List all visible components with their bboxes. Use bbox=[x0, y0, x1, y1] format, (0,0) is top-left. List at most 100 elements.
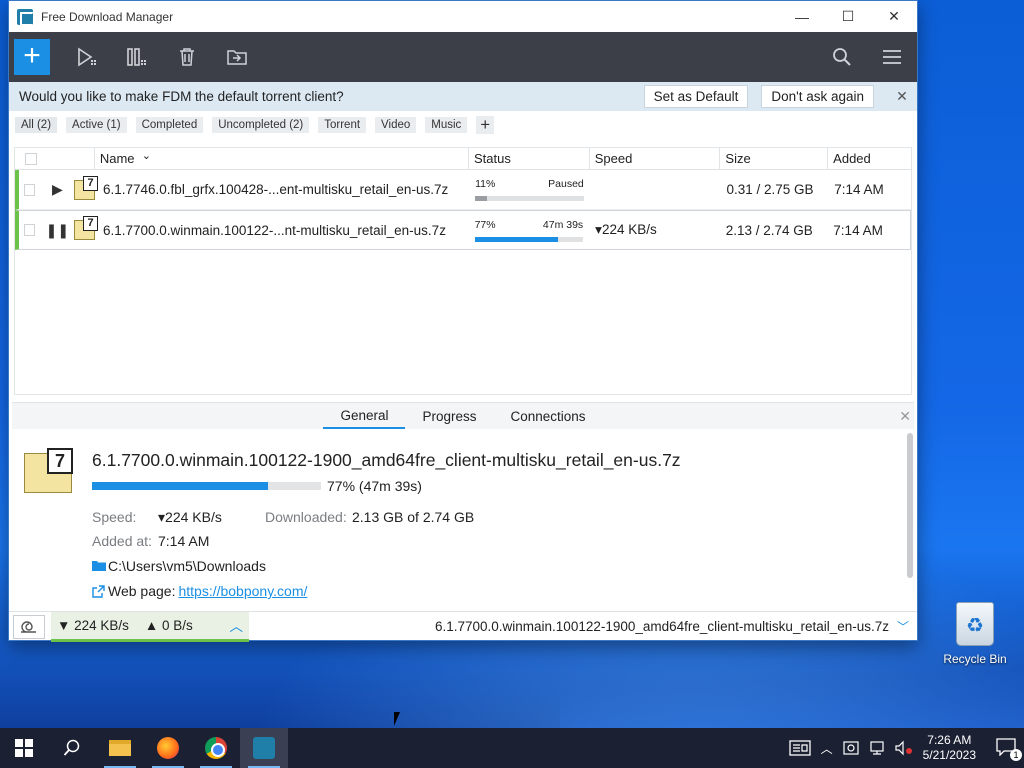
notifications-button[interactable]: 1 bbox=[996, 737, 1022, 761]
table-header: Name ⌄ Status Speed Size Added bbox=[15, 148, 911, 170]
filter-video[interactable]: Video bbox=[375, 116, 417, 133]
default-client-banner: Would you like to make FDM the default t… bbox=[9, 82, 917, 111]
details-scrollbar[interactable] bbox=[907, 433, 913, 578]
network-icon[interactable] bbox=[869, 740, 885, 756]
filter-active[interactable]: Active (1) bbox=[66, 116, 127, 133]
filter-music[interactable]: Music bbox=[425, 116, 468, 133]
row-status: 77% 47m 39s bbox=[469, 219, 590, 242]
row-checkbox[interactable] bbox=[24, 183, 35, 196]
fdm-app-icon bbox=[253, 737, 275, 759]
download-speed: ▼ 224 KB/s bbox=[57, 617, 129, 633]
download-folder-link[interactable]: C:\Users\vm5\Downloads bbox=[92, 558, 266, 574]
recycle-bin-shortcut[interactable]: Recycle Bin bbox=[938, 600, 1012, 666]
security-icon[interactable] bbox=[843, 740, 859, 756]
external-link-icon bbox=[92, 584, 105, 598]
chevron-down-icon[interactable]: ﹀ bbox=[897, 618, 917, 635]
news-widget-icon[interactable] bbox=[788, 740, 811, 756]
delete-button[interactable] bbox=[162, 32, 212, 82]
start-button[interactable] bbox=[0, 728, 48, 768]
column-name-label: Name bbox=[99, 151, 135, 166]
table-row[interactable]: ▶ 7 6.1.7746.0.fbl_grfx.100428-...ent-mu… bbox=[15, 170, 911, 210]
details-close-button[interactable]: ✕ bbox=[899, 408, 911, 425]
mouse-cursor bbox=[394, 712, 400, 726]
fdm-app-icon bbox=[17, 8, 34, 26]
pause-all-button[interactable] bbox=[112, 32, 162, 82]
filter-torrent[interactable]: Torrent bbox=[318, 116, 367, 133]
add-download-button[interactable]: + bbox=[14, 39, 50, 75]
row-progress-bar bbox=[474, 236, 584, 242]
web-page-link[interactable]: https://bobpony.com/ bbox=[178, 583, 307, 599]
speed-mode-button[interactable] bbox=[13, 614, 45, 639]
fdm-taskbar-button[interactable] bbox=[240, 728, 288, 768]
chrome-taskbar-button[interactable] bbox=[192, 728, 240, 768]
pause-all-icon bbox=[127, 48, 146, 66]
details-file-name: 6.1.7700.0.winmain.100122-1900_amd64fre_… bbox=[92, 450, 681, 470]
downloaded-label: Downloaded: bbox=[265, 509, 347, 525]
details-progress-text: 77% (47m 39s) bbox=[327, 478, 422, 494]
main-menu-button[interactable] bbox=[867, 32, 917, 82]
maximize-button[interactable]: ☐ bbox=[825, 1, 871, 32]
row-added: 7:14 AM bbox=[834, 182, 884, 197]
banner-message: Would you like to make FDM the default t… bbox=[19, 89, 344, 104]
row-percent: 11% bbox=[475, 178, 496, 190]
window-title: Free Download Manager bbox=[41, 9, 174, 24]
system-tray: ︿ 7:26 AM 5/21/2023 1 bbox=[788, 733, 1024, 763]
search-icon bbox=[833, 48, 851, 66]
folder-move-icon bbox=[227, 50, 247, 65]
chrome-icon bbox=[205, 737, 227, 759]
volume-muted-icon[interactable] bbox=[895, 740, 913, 756]
column-header-added[interactable]: Added bbox=[828, 148, 911, 169]
sort-chevron-icon: ⌄ bbox=[141, 150, 151, 162]
row-status: 11% Paused bbox=[469, 178, 590, 201]
column-header-size[interactable]: Size bbox=[720, 148, 829, 169]
title-bar[interactable]: Free Download Manager — ☐ ✕ bbox=[9, 1, 917, 32]
details-progress-fill bbox=[92, 482, 269, 490]
added-at-label: Added at: bbox=[92, 533, 152, 549]
filter-completed[interactable]: Completed bbox=[135, 116, 204, 133]
minimize-button[interactable]: — bbox=[779, 1, 825, 32]
filter-uncompleted[interactable]: Uncompleted (2) bbox=[212, 116, 310, 133]
filter-all[interactable]: All (2) bbox=[15, 116, 58, 133]
tab-connections[interactable]: Connections bbox=[494, 403, 603, 429]
clock-time: 7:26 AM bbox=[927, 733, 972, 747]
tab-progress[interactable]: Progress bbox=[405, 403, 493, 429]
row-checkbox[interactable] bbox=[24, 224, 35, 236]
upload-speed: ▲ 0 B/s bbox=[144, 617, 193, 633]
current-download-name: 6.1.7700.0.winmain.100122-1900_amd64fre_… bbox=[434, 619, 889, 634]
search-taskbar-button[interactable] bbox=[48, 728, 96, 768]
firefox-taskbar-button[interactable] bbox=[144, 728, 192, 768]
close-button[interactable]: ✕ bbox=[871, 1, 917, 32]
archive-file-icon: 7 bbox=[74, 216, 98, 240]
play-icon[interactable]: ▶ bbox=[45, 181, 71, 198]
chevron-up-icon[interactable]: ︿ bbox=[821, 740, 833, 757]
clock[interactable]: 7:26 AM 5/21/2023 bbox=[923, 733, 976, 763]
select-all-checkbox[interactable] bbox=[25, 152, 37, 165]
added-at-value: 7:14 AM bbox=[158, 533, 210, 549]
table-row[interactable]: ❚❚ 7 6.1.7700.0.winmain.100122-...nt-mul… bbox=[15, 210, 911, 250]
row-name: 6.1.7700.0.winmain.100122-...nt-multisku… bbox=[103, 222, 446, 238]
status-bar: ▼ 224 KB/s ▲ 0 B/s ︿ 6.1.7700.0.winmain.… bbox=[9, 611, 917, 642]
column-header-speed[interactable]: Speed bbox=[590, 148, 721, 169]
row-size: 2.13 / 2.74 GB bbox=[725, 222, 813, 238]
details-tabs: General Progress Connections ✕ bbox=[12, 403, 914, 429]
speed-summary[interactable]: ▼ 224 KB/s ▲ 0 B/s ︿ bbox=[51, 611, 249, 642]
tab-general[interactable]: General bbox=[323, 403, 406, 429]
hamburger-menu-icon bbox=[883, 50, 901, 64]
add-filter-button[interactable]: + bbox=[476, 115, 495, 134]
move-to-folder-button[interactable] bbox=[212, 32, 262, 82]
row-state: Paused bbox=[548, 178, 584, 190]
dont-ask-again-button[interactable]: Don't ask again bbox=[761, 85, 874, 108]
row-check-cell: ❚❚ 7 bbox=[19, 216, 98, 240]
column-header-name[interactable]: Name ⌄ bbox=[95, 148, 469, 169]
recycle-bin-label: Recycle Bin bbox=[943, 652, 1007, 666]
set-as-default-button[interactable]: Set as Default bbox=[643, 85, 749, 108]
resume-all-button[interactable] bbox=[62, 32, 112, 82]
search-button[interactable] bbox=[817, 32, 867, 82]
file-explorer-taskbar-button[interactable] bbox=[96, 728, 144, 768]
row-check-cell: ▶ 7 bbox=[19, 175, 98, 200]
column-header-status[interactable]: Status bbox=[469, 148, 590, 169]
pause-icon[interactable]: ❚❚ bbox=[45, 222, 71, 239]
archive-file-large-icon: 7 bbox=[24, 448, 73, 493]
fdm-window: Free Download Manager — ☐ ✕ + Would you … bbox=[8, 0, 918, 642]
banner-close-button[interactable]: ✕ bbox=[887, 88, 917, 105]
